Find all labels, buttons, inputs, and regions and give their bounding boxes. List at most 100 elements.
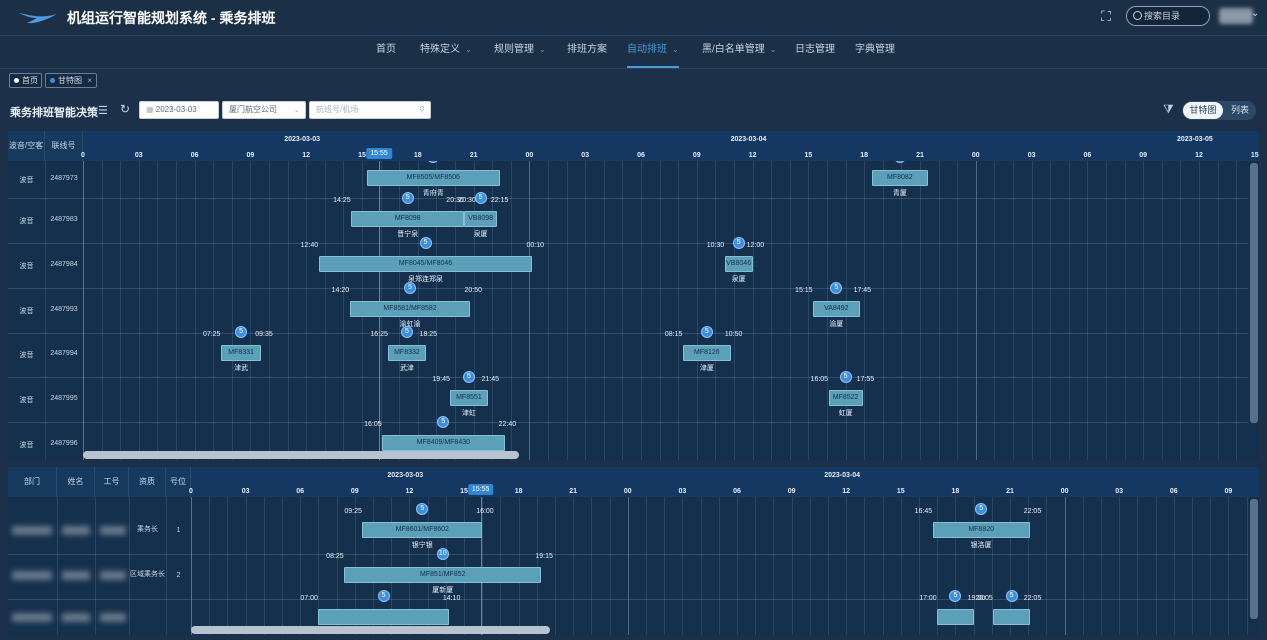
crew-count-badge[interactable]: 5 xyxy=(235,326,248,338)
flight-start-time: 18:25 xyxy=(854,161,872,163)
vertical-scrollbar[interactable] xyxy=(1250,499,1258,619)
row-divider xyxy=(8,377,1248,378)
horizontal-scrollbar[interactable] xyxy=(191,626,550,634)
nav-item[interactable]: 黑/白名单管理 ⌄ xyxy=(702,36,776,68)
aircraft-type: 波音 xyxy=(19,262,34,270)
nav-item-label: 规则管理 xyxy=(494,44,534,55)
timeline-header: 2023-03-03 2023-03-04 0 03 06 09 12 15 18 21 00 03 0… xyxy=(189,467,1259,497)
crew-count-badge[interactable]: 5 xyxy=(416,503,429,515)
nav-item[interactable]: 特殊定义 ⌄ xyxy=(420,36,472,68)
chevron-down-icon[interactable]: ⌄ xyxy=(1251,8,1259,19)
nav-item[interactable]: 自动排班 ⌄ xyxy=(627,36,679,68)
nav-item-label: 黑/白名单管理 xyxy=(702,44,765,55)
grid-line xyxy=(510,161,512,460)
hour-tick-label: 00 xyxy=(525,152,534,159)
flight-bar[interactable]: MF8551 xyxy=(450,389,488,406)
grid-line xyxy=(120,161,122,460)
hour-tick-label: 03 xyxy=(1027,152,1036,159)
nav-item-label: 特殊定义 xyxy=(420,44,460,55)
hour-tick-label: 06 xyxy=(190,152,199,159)
fullscreen-icon[interactable]: ⛶ xyxy=(1097,7,1115,25)
filter-icon[interactable]: ⧩ xyxy=(1163,102,1174,117)
crew-count-badge[interactable]: 5 xyxy=(1005,590,1018,602)
tab-gantt[interactable]: 甘特图 × xyxy=(45,73,97,88)
date-picker[interactable]: ▦ 2023-03-03 xyxy=(139,101,219,119)
grid-line xyxy=(1106,161,1107,460)
menu-search[interactable] xyxy=(1126,6,1210,26)
grid-line xyxy=(194,161,196,460)
column-divider xyxy=(95,497,96,635)
menu-search-input[interactable] xyxy=(1144,9,1206,23)
grid-line xyxy=(282,497,283,635)
flight-bar[interactable] xyxy=(937,609,974,625)
flight-bar[interactable]: MF8098 xyxy=(351,210,465,227)
company-select[interactable]: 厦门航空公司 ⌄ xyxy=(222,101,306,119)
flight-bar[interactable]: MF8581/MF8582 xyxy=(349,300,471,317)
row-divider xyxy=(8,198,1248,199)
flight-bar[interactable]: MF8601/MF8602 xyxy=(362,522,483,538)
crew-count-badge[interactable]: 5 xyxy=(975,503,988,515)
horizontal-scrollbar[interactable] xyxy=(83,451,519,459)
tab-home[interactable]: 首页 xyxy=(9,73,42,88)
vertical-scrollbar[interactable] xyxy=(1250,163,1258,423)
flight-bar[interactable]: MF8126 xyxy=(682,345,731,361)
crew-count-badge[interactable]: 5 xyxy=(377,590,390,602)
flight-bar[interactable]: MF8505/MF8506 xyxy=(366,169,500,186)
gantt-view-button[interactable]: 甘特图 xyxy=(1183,102,1223,119)
nav-item-label: 排班方案 xyxy=(567,44,607,55)
crew-count-badge[interactable]: 5 xyxy=(419,236,432,249)
crew-count-badge[interactable]: 5 xyxy=(839,370,852,383)
crew-count-badge[interactable]: 5 xyxy=(427,161,440,163)
refresh-icon[interactable]: ↻ xyxy=(120,102,130,116)
settings-sliders-icon[interactable]: ☰ xyxy=(98,104,108,117)
crew-count-badge[interactable]: 5 xyxy=(893,161,906,163)
crew-count-badge[interactable]: 5 xyxy=(404,281,417,294)
flight-bar[interactable] xyxy=(993,609,1030,625)
nav-item[interactable]: 字典管理 xyxy=(855,36,895,68)
crew-count-badge[interactable]: 5 xyxy=(400,326,413,338)
flight-bar[interactable]: VB8046 xyxy=(724,255,753,272)
crew-count-badge[interactable]: 5 xyxy=(462,370,475,383)
flight-bar[interactable]: VB8098 xyxy=(464,210,497,227)
hour-tick-label: 03 xyxy=(678,488,687,495)
nav-item[interactable]: 排班方案 xyxy=(567,36,607,68)
grid-line xyxy=(808,161,810,460)
flight-bar[interactable]: MF8522 xyxy=(828,389,863,406)
flight-bar[interactable]: MF8820 xyxy=(932,522,1030,538)
user-avatar[interactable] xyxy=(1219,8,1253,24)
grid-line xyxy=(882,497,884,635)
employee-id-cell xyxy=(100,570,126,580)
close-icon[interactable]: × xyxy=(87,74,92,87)
flight-bar[interactable]: MF8331 xyxy=(220,345,262,361)
aircraft-gantt: 波音/空客 联线号 2023-03-03 2023-03-04 2023-03-05 0 0… xyxy=(8,131,1259,460)
flight-end-time: 17:55 xyxy=(856,375,875,383)
crew-count-badge[interactable]: 5 xyxy=(700,326,713,338)
flight-bar[interactable]: MF8082 xyxy=(871,169,928,186)
nav-item[interactable]: 首页 xyxy=(376,36,396,68)
crew-count-badge[interactable]: 5 xyxy=(401,191,414,204)
nav-item[interactable]: 日志管理 xyxy=(795,36,835,68)
crew-count-badge[interactable]: 5 xyxy=(732,236,745,249)
list-view-button[interactable]: 列表 xyxy=(1226,102,1254,119)
crew-count-badge[interactable]: 5 xyxy=(949,590,962,602)
flight-bar[interactable]: MF8332 xyxy=(388,345,426,361)
column-divider xyxy=(57,497,58,635)
nav-item[interactable]: 规则管理 ⌄ xyxy=(494,36,546,68)
crew-count-badge[interactable]: 5 xyxy=(474,191,487,204)
date-label: 2023-03-03 xyxy=(387,472,424,479)
hour-tick-label: 15 xyxy=(460,488,468,495)
crew-count-badge[interactable]: 5 xyxy=(830,281,843,294)
flight-bar[interactable] xyxy=(318,609,449,625)
flight-route: 泉厦 xyxy=(731,275,746,283)
flight-bar[interactable]: MF8409/MF8430 xyxy=(382,435,505,451)
flight-end-time: 22:15 xyxy=(490,196,509,204)
flight-bar[interactable]: MF851/MF852 xyxy=(344,566,542,583)
flight-bar[interactable]: MF8045/MF8046 xyxy=(318,255,533,272)
hour-tick-label: 03 xyxy=(134,152,143,159)
column-header: 部门 xyxy=(8,467,57,497)
crew-count-badge[interactable]: 5 xyxy=(437,416,450,428)
flight-bar[interactable]: VA8492 xyxy=(813,300,860,317)
nav-item-label: 自动排班 xyxy=(627,44,667,55)
flight-search-field[interactable]: 航班号/机场 ⚲ xyxy=(309,101,431,119)
crew-count-badge[interactable]: 10 xyxy=(436,547,449,560)
